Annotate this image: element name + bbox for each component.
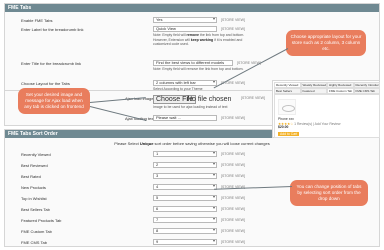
product-price: $20.00 (278, 125, 289, 129)
layout-callout: Choose appropriate layout for your store… (286, 30, 366, 56)
sort-scope: [STORE VIEW] (221, 163, 245, 167)
sort-row: Best Reviewed 2 [STORE VIEW] (5, 162, 379, 169)
sort-label: New Products (21, 185, 46, 190)
sort-select[interactable]: 3 (153, 173, 217, 179)
breadcrumb-label-scope: [STORE VIEW] (221, 27, 245, 31)
sort-label: Best Rated (21, 174, 41, 179)
breadcrumb-title-row: Enter Title for the breadcrumb link Find… (5, 60, 379, 67)
enable-tabs-label: Enable FME Tabs (21, 18, 53, 23)
breadcrumb-title-note: Note: Empty field will remove the link f… (153, 67, 244, 71)
product-name[interactable]: Phone xxx (278, 117, 294, 121)
sort-select[interactable]: 6 (153, 206, 217, 212)
sort-row: FME CMS Tab 9 [STORE VIEW] (5, 239, 379, 246)
sort-label: Featured Products Tab (21, 218, 62, 223)
sort-unique-note: Please Select Unique sort order before s… (114, 141, 270, 146)
breadcrumb-label-input[interactable]: Quick View (153, 26, 217, 32)
breadcrumb-note: Note: Empty field will remove the link f… (153, 33, 245, 46)
enable-tabs-row: Enable FME Tabs Yes [STORE VIEW] (5, 17, 379, 24)
sort-select[interactable]: 7 (153, 217, 217, 223)
product-reviews[interactable]: 1 Review(s) | Add Your Review (294, 122, 340, 126)
preview-product-box: Phone xxx ★★★★☆ 1 Review(s) | Add Your R… (274, 94, 380, 138)
sort-row: Recently Viewed 1 [STORE VIEW] (5, 151, 379, 158)
sort-select[interactable]: 9 (153, 239, 217, 245)
sort-scope: [STORE VIEW] (221, 152, 245, 156)
sort-scope: [STORE VIEW] (221, 229, 245, 233)
enable-tabs-scope: [STORE VIEW] (221, 18, 245, 22)
breadcrumb-title-label: Enter Title for the breadcrumb link (21, 61, 82, 66)
breadcrumb-label-label: Enter Label for the breadcrumb link (21, 27, 84, 32)
settings-panel-title[interactable]: FME Tabs (5, 4, 379, 12)
sort-scope: [STORE VIEW] (221, 174, 245, 178)
ajax-text-scope: [STORE VIEW] (221, 116, 245, 120)
sort-label: FME CMS Tab (21, 240, 47, 245)
sort-select[interactable]: 4 (153, 184, 217, 190)
sort-select[interactable]: 5 (153, 195, 217, 201)
ajax-callout: Set your desired image and message for A… (18, 88, 90, 114)
sort-label: FME Custom Tab (21, 229, 52, 234)
breadcrumb-title-input[interactable]: Find the best views to different models (153, 60, 233, 66)
sort-scope: [STORE VIEW] (221, 196, 245, 200)
product-image[interactable] (278, 99, 296, 115)
sort-label: Top in Wishlist (21, 196, 47, 201)
ajax-text-input[interactable]: Please wait ... (153, 115, 217, 121)
layout-label: Choose Layout for the Tabs (21, 81, 70, 86)
layout-select[interactable]: 2 columns with left bar (153, 80, 217, 86)
sort-scope: [STORE VIEW] (221, 240, 245, 244)
sort-scope: [STORE VIEW] (221, 207, 245, 211)
sort-select[interactable]: 1 (153, 151, 217, 157)
file-status: No file chosen (187, 96, 232, 103)
sort-label: Recently Viewed (21, 152, 51, 157)
ajax-image-note: Image to be used for ajax loading instea… (153, 105, 228, 109)
sort-label: Best Reviewed (21, 163, 48, 168)
enable-tabs-select[interactable]: Yes (153, 17, 217, 23)
add-to-cart-button[interactable]: Add to Cart (278, 132, 300, 136)
sort-select[interactable]: 8 (153, 228, 217, 234)
sort-scope: [STORE VIEW] (221, 218, 245, 222)
sort-row: Best Sellers Tab 6 [STORE VIEW] (5, 206, 379, 213)
sort-label: Best Sellers Tab (21, 207, 50, 212)
sort-select[interactable]: 2 (153, 162, 217, 168)
sort-row: Featured Products Tab 7 [STORE VIEW] (5, 217, 379, 224)
sort-callout: You can change position of tabs by selec… (290, 180, 368, 206)
frontend-tabs-preview: Recently Viewed Weekly Reviewed Highly R… (272, 80, 380, 138)
sort-row: Best Rated 3 [STORE VIEW] (5, 173, 379, 180)
ajax-image-scope: [STORE VIEW] (241, 96, 265, 100)
sort-row: FME Custom Tab 8 [STORE VIEW] (5, 228, 379, 235)
